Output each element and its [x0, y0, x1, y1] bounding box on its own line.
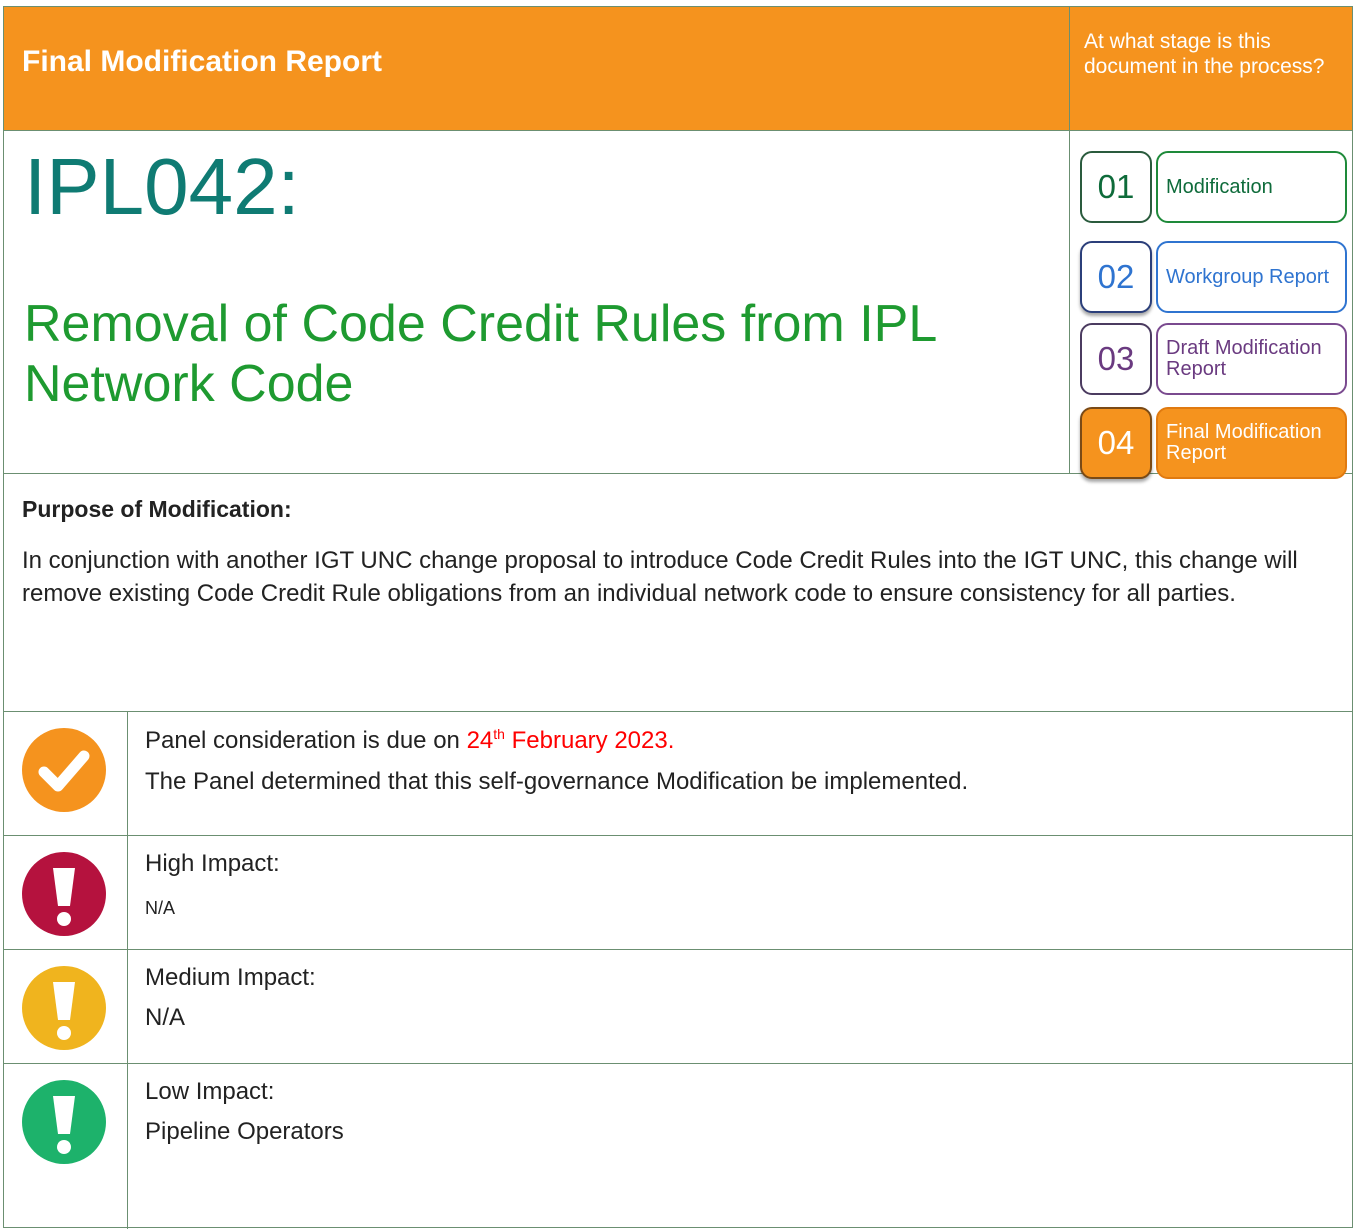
panel-icon-cell	[4, 712, 128, 835]
high-impact-label: High Impact:	[145, 850, 280, 877]
cover-table: Final Modification Report At what stage …	[3, 6, 1353, 1229]
high-impact-value: N/A	[145, 898, 176, 918]
low-impact-value: Pipeline Operators	[145, 1118, 344, 1145]
stage-number: 03	[1080, 323, 1152, 395]
stage-question-label: At what stage is this document in the pr…	[1084, 30, 1325, 78]
stage-number: 02	[1080, 241, 1152, 313]
panel-row: Panel consideration is due on 24th Febru…	[4, 712, 1352, 836]
checkmark-icon	[22, 728, 106, 812]
stage-indicator: 01 Modification 02 Workgroup Report 03 D…	[1070, 131, 1352, 479]
panel-date-rest: February 2023.	[504, 727, 675, 754]
stage-02: 02 Workgroup Report	[1080, 241, 1347, 313]
panel-date-suffix: th	[493, 726, 505, 742]
medium-impact-row: Medium Impact: N/A	[4, 950, 1352, 1064]
panel-determination: The Panel determined that this self-gove…	[145, 768, 969, 795]
stage-04-current: 04 Final Modification Report	[1080, 407, 1347, 479]
exclamation-icon	[22, 852, 106, 936]
stage-label: Modification	[1156, 151, 1347, 223]
doc-type-label: Final Modification Report	[22, 45, 382, 78]
medium-impact-label: Medium Impact:	[145, 964, 316, 991]
stage-label: Workgroup Report	[1156, 241, 1347, 313]
exclamation-icon	[22, 966, 106, 1050]
purpose-section: Purpose of Modification: In conjunction …	[4, 474, 1352, 712]
stage-number: 04	[1080, 407, 1152, 479]
stage-label: Draft Modification Report	[1156, 323, 1347, 395]
modification-title: Removal of Code Credit Rules from IPL Ne…	[24, 295, 936, 413]
header-doc-type: Final Modification Report	[4, 7, 1070, 131]
medium-impact-icon-cell	[4, 950, 128, 1063]
stage-03: 03 Draft Modification Report	[1080, 323, 1347, 395]
panel-date: 24th February 2023.	[466, 726, 675, 754]
panel-consideration: Panel consideration is due on 24th Febru…	[145, 726, 674, 755]
low-impact-icon-cell	[4, 1064, 128, 1229]
header-stage-question: At what stage is this document in the pr…	[1070, 7, 1352, 131]
purpose-heading: Purpose of Modification:	[22, 496, 292, 522]
panel-date-day: 24	[466, 727, 494, 754]
stage-number: 01	[1080, 151, 1152, 223]
stage-label: Final Modification Report	[1156, 407, 1347, 479]
panel-prefix: Panel consideration is due on	[145, 727, 467, 754]
high-impact-icon-cell	[4, 836, 128, 949]
high-impact-row: High Impact: N/A	[4, 836, 1352, 950]
low-impact-label: Low Impact:	[145, 1078, 275, 1105]
stage-01: 01 Modification	[1080, 151, 1347, 223]
title-block: IPL042: Removal of Code Credit Rules fro…	[4, 131, 1070, 474]
medium-impact-value: N/A	[145, 1004, 186, 1031]
modification-code: IPL042:	[24, 142, 300, 231]
purpose-text: In conjunction with another IGT UNC chan…	[22, 547, 1298, 607]
exclamation-icon	[22, 1080, 106, 1164]
low-impact-row: Low Impact: Pipeline Operators	[4, 1064, 1352, 1229]
